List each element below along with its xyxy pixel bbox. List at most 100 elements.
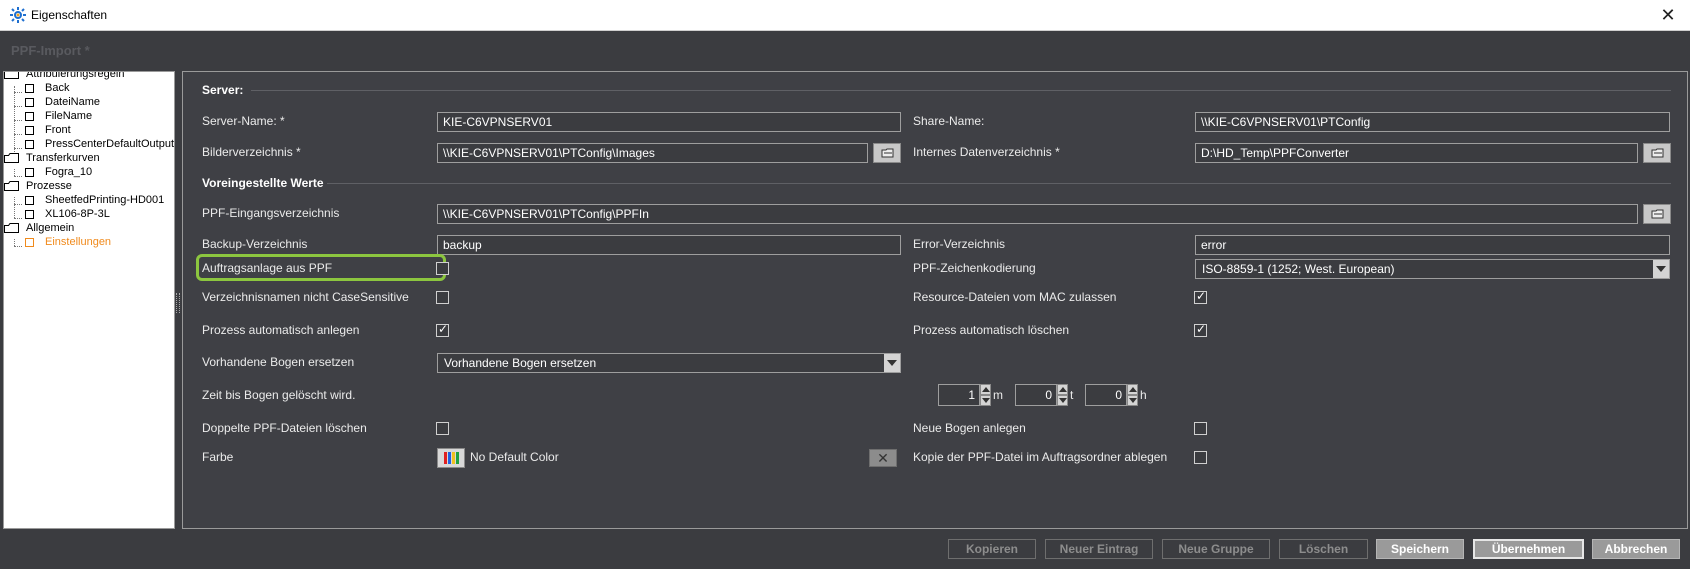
kopieren-button[interactable]: Kopieren: [948, 539, 1036, 559]
tree-item-dateiname[interactable]: DateiName: [25, 96, 101, 108]
tree-item-back[interactable]: Back: [25, 82, 70, 94]
gear-icon: [10, 7, 26, 23]
neue-bogen-checkbox[interactable]: [1194, 422, 1207, 435]
intern-label: Internes Datenverzeichnis *: [913, 145, 1060, 159]
header: PPF-Import *: [0, 31, 1690, 71]
folder-icon: [4, 153, 19, 163]
backup-field[interactable]: backup: [437, 235, 901, 255]
bogen-value: Vorhandene Bogen ersetzen: [444, 356, 597, 370]
splitter-grip[interactable]: [176, 293, 180, 313]
chevron-down-icon[interactable]: [1653, 260, 1669, 278]
bilder-browse-button[interactable]: [873, 143, 901, 163]
window-title: Eigenschaften: [31, 8, 108, 22]
loeschen-button[interactable]: Löschen: [1279, 539, 1368, 559]
speichern-button[interactable]: Speichern: [1376, 539, 1464, 559]
tree-item-label: DateiName: [45, 96, 101, 108]
check-icon: ✓: [1196, 322, 1207, 336]
share-name-field[interactable]: \\KIE-C6VPNSERV01\PTConfig: [1195, 112, 1670, 132]
color-picker-button[interactable]: [437, 448, 465, 468]
server-name-label: Server-Name: *: [202, 114, 285, 128]
neue-gruppe-button[interactable]: Neue Gruppe: [1162, 539, 1270, 559]
bilder-field[interactable]: \\KIE-C6VPNSERV01\PTConfig\Images: [437, 143, 868, 163]
close-icon[interactable]: ✕: [1656, 3, 1680, 27]
checkbox-square: [25, 84, 34, 93]
eingang-field[interactable]: \\KIE-C6VPNSERV01\PTConfig\PPFIn: [437, 204, 1638, 224]
tree-item-xl106[interactable]: XL106-8P-3L: [25, 208, 110, 220]
tree-item-label: Einstellungen: [45, 236, 112, 248]
zeit-hours-value[interactable]: 0: [1085, 384, 1127, 406]
neuer-eintrag-button[interactable]: Neuer Eintrag: [1045, 539, 1153, 559]
settings-tree: Attribuierungsregeln Back DateiName File…: [3, 71, 175, 529]
prozess-anlegen-checkbox[interactable]: ✓: [436, 322, 449, 337]
share-name-label: Share-Name:: [913, 114, 985, 128]
decrement-icon[interactable]: [980, 395, 991, 406]
casesens-checkbox[interactable]: [436, 291, 449, 304]
unit-label: t: [1070, 388, 1074, 402]
tree-item-einstellungen[interactable]: Einstellungen: [25, 236, 112, 248]
tree-item-allgemein[interactable]: Allgemein: [4, 222, 75, 234]
error-field[interactable]: error: [1195, 235, 1670, 255]
prozess-loeschen-checkbox[interactable]: ✓: [1194, 322, 1207, 337]
splitter[interactable]: [175, 71, 182, 529]
tree-item-filename[interactable]: FileName: [25, 110, 92, 122]
section-title-server: Server:: [202, 83, 244, 97]
tree-item-prozesse[interactable]: Prozesse: [4, 180, 72, 192]
tree-item-label: Prozesse: [26, 180, 72, 192]
neue-bogen-label: Neue Bogen anlegen: [913, 421, 1026, 435]
farbe-value: No Default Color: [470, 450, 559, 464]
increment-icon[interactable]: [980, 384, 991, 395]
checkbox-square: [25, 210, 34, 219]
eingang-browse-button[interactable]: [1643, 204, 1671, 224]
checkbox-square: [25, 238, 34, 247]
bogen-label: Vorhandene Bogen ersetzen: [202, 355, 355, 369]
tree-connector: [14, 239, 15, 246]
resource-checkbox[interactable]: ✓: [1194, 289, 1207, 304]
bogen-select[interactable]: Vorhandene Bogen ersetzen: [437, 353, 901, 373]
abbrechen-button[interactable]: Abbrechen: [1592, 539, 1680, 559]
zeit-minutes-value[interactable]: 1: [938, 384, 980, 406]
tree-item-sheetfed[interactable]: SheetfedPrinting-HD001: [25, 194, 164, 206]
tree-item-transferkurven[interactable]: Transferkurven: [4, 152, 100, 164]
tree-item-label: Front: [45, 124, 71, 136]
intern-field[interactable]: D:\HD_Temp\PPFConverter: [1195, 143, 1638, 163]
auftrag-checkbox[interactable]: [436, 262, 449, 275]
intern-browse-button[interactable]: [1643, 143, 1671, 163]
tree-item-attribuierungsregeln[interactable]: Attribuierungsregeln: [4, 72, 124, 80]
tree-item-front[interactable]: Front: [25, 124, 71, 136]
tree-item-label: Allgemein: [26, 222, 75, 234]
folder-icon: [4, 72, 19, 79]
zeit-days-value[interactable]: 0: [1015, 384, 1057, 406]
kopie-label: Kopie der PPF-Datei im Auftragsordner ab…: [913, 450, 1168, 464]
zeichen-select[interactable]: ISO-8859-1 (1252; West. European): [1195, 259, 1670, 279]
zeichen-value: ISO-8859-1 (1252; West. European): [1202, 262, 1395, 276]
prozess-anlegen-label: Prozess automatisch anlegen: [202, 323, 360, 337]
tree-connector: [14, 86, 15, 162]
checkbox-square: [25, 98, 34, 107]
increment-icon[interactable]: [1127, 384, 1138, 395]
settings-panel: Server: Server-Name: * KIE-C6VPNSERV01 S…: [182, 71, 1688, 529]
check-icon: ✓: [1196, 289, 1207, 303]
checkbox-square: [25, 196, 34, 205]
zeichen-label: PPF-Zeichenkodierung: [913, 261, 1036, 275]
tree-item-presscenter[interactable]: PressCenterDefaultOutput: [25, 138, 174, 150]
decrement-icon[interactable]: [1057, 395, 1068, 406]
server-name-field[interactable]: KIE-C6VPNSERV01: [437, 112, 901, 132]
browse-folder-icon: [881, 148, 894, 158]
kopie-checkbox[interactable]: [1194, 451, 1207, 464]
doppelte-checkbox[interactable]: [436, 422, 449, 435]
decrement-icon[interactable]: [1127, 395, 1138, 406]
clear-color-button[interactable]: ✕: [869, 449, 897, 467]
eingang-label: PPF-Eingangsverzeichnis: [202, 206, 340, 220]
bilder-label: Bilderverzeichnis *: [202, 145, 301, 159]
increment-icon[interactable]: [1057, 384, 1068, 395]
tree-item-label: Transferkurven: [26, 152, 100, 164]
chevron-down-icon[interactable]: [884, 354, 900, 372]
checkbox-square: [25, 126, 34, 135]
browse-folder-icon: [1651, 209, 1664, 219]
unit-label: m: [993, 388, 1003, 402]
uebernehmen-button[interactable]: Übernehmen: [1473, 539, 1584, 559]
farbe-label: Farbe: [202, 450, 234, 464]
tree-item-fogra[interactable]: Fogra_10: [25, 166, 92, 178]
folder-icon: [4, 181, 19, 191]
tree-item-label: Back: [45, 82, 70, 94]
